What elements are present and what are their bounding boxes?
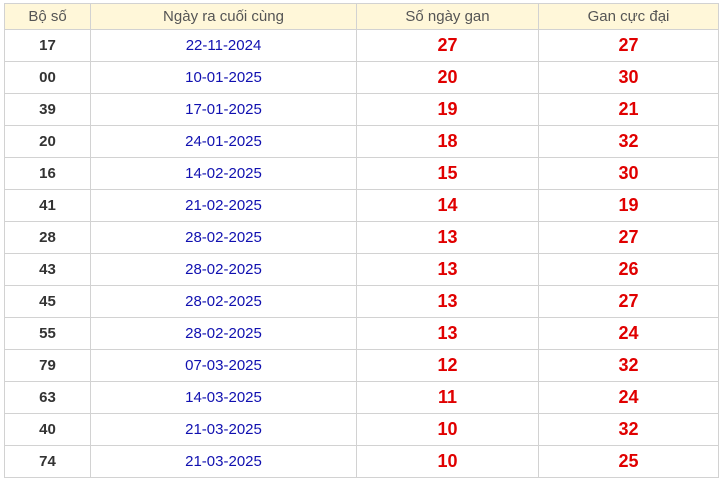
table-row: 20 24-01-2025 18 32 <box>4 125 719 158</box>
table-row: 55 28-02-2025 13 24 <box>4 317 719 350</box>
table-row: 41 21-02-2025 14 19 <box>4 189 719 222</box>
table-body: 17 22-11-2024 27 27 00 10-01-2025 20 30 39 17-01-… <box>4 29 719 478</box>
cell-number: 00 <box>4 61 91 94</box>
table-row: 17 22-11-2024 27 27 <box>4 29 719 62</box>
table-row: 16 14-02-2025 15 30 <box>4 157 719 190</box>
cell-last-date: 21-02-2025 <box>90 189 357 222</box>
cell-max-gap: 24 <box>538 381 719 414</box>
cell-days-gap: 13 <box>356 253 539 286</box>
cell-number: 17 <box>4 29 91 62</box>
cell-last-date: 22-11-2024 <box>90 29 357 62</box>
cell-number: 41 <box>4 189 91 222</box>
cell-days-gap: 13 <box>356 221 539 254</box>
cell-max-gap: 26 <box>538 253 719 286</box>
header-row: Bộ số Ngày ra cuối cùng Số ngày gan Gan … <box>4 3 719 30</box>
cell-days-gap: 13 <box>356 285 539 318</box>
cell-max-gap: 19 <box>538 189 719 222</box>
lottery-gap-table-container: Bộ số Ngày ra cuối cùng Số ngày gan Gan … <box>4 3 719 478</box>
header-max-gap: Gan cực đại <box>538 3 719 30</box>
table-row: 39 17-01-2025 19 21 <box>4 93 719 126</box>
cell-days-gap: 18 <box>356 125 539 158</box>
cell-days-gap: 14 <box>356 189 539 222</box>
table-row: 28 28-02-2025 13 27 <box>4 221 719 254</box>
table-row: 63 14-03-2025 11 24 <box>4 381 719 414</box>
cell-max-gap: 27 <box>538 221 719 254</box>
table-row: 74 21-03-2025 10 25 <box>4 445 719 478</box>
cell-number: 63 <box>4 381 91 414</box>
cell-max-gap: 32 <box>538 125 719 158</box>
cell-number: 16 <box>4 157 91 190</box>
cell-last-date: 28-02-2025 <box>90 317 357 350</box>
header-last-date: Ngày ra cuối cùng <box>90 3 357 30</box>
cell-last-date: 24-01-2025 <box>90 125 357 158</box>
cell-max-gap: 30 <box>538 157 719 190</box>
cell-max-gap: 25 <box>538 445 719 478</box>
cell-last-date: 10-01-2025 <box>90 61 357 94</box>
cell-last-date: 28-02-2025 <box>90 253 357 286</box>
cell-number: 39 <box>4 93 91 126</box>
cell-max-gap: 32 <box>538 413 719 446</box>
cell-days-gap: 11 <box>356 381 539 414</box>
cell-number: 28 <box>4 221 91 254</box>
cell-number: 20 <box>4 125 91 158</box>
cell-number: 74 <box>4 445 91 478</box>
cell-days-gap: 15 <box>356 157 539 190</box>
table-header: Bộ số Ngày ra cuối cùng Số ngày gan Gan … <box>4 3 719 30</box>
cell-days-gap: 10 <box>356 413 539 446</box>
table-row: 40 21-03-2025 10 32 <box>4 413 719 446</box>
cell-max-gap: 21 <box>538 93 719 126</box>
cell-number: 43 <box>4 253 91 286</box>
cell-last-date: 14-02-2025 <box>90 157 357 190</box>
cell-max-gap: 32 <box>538 349 719 382</box>
table-row: 43 28-02-2025 13 26 <box>4 253 719 286</box>
cell-last-date: 28-02-2025 <box>90 221 357 254</box>
table-row: 45 28-02-2025 13 27 <box>4 285 719 318</box>
cell-last-date: 07-03-2025 <box>90 349 357 382</box>
cell-last-date: 21-03-2025 <box>90 445 357 478</box>
cell-last-date: 14-03-2025 <box>90 381 357 414</box>
cell-days-gap: 10 <box>356 445 539 478</box>
cell-last-date: 28-02-2025 <box>90 285 357 318</box>
cell-number: 45 <box>4 285 91 318</box>
lottery-gap-table: Bộ số Ngày ra cuối cùng Số ngày gan Gan … <box>4 3 719 478</box>
cell-days-gap: 19 <box>356 93 539 126</box>
cell-max-gap: 27 <box>538 285 719 318</box>
cell-days-gap: 27 <box>356 29 539 62</box>
header-number: Bộ số <box>4 3 91 30</box>
cell-number: 55 <box>4 317 91 350</box>
cell-max-gap: 24 <box>538 317 719 350</box>
cell-max-gap: 27 <box>538 29 719 62</box>
cell-last-date: 17-01-2025 <box>90 93 357 126</box>
cell-days-gap: 12 <box>356 349 539 382</box>
cell-number: 79 <box>4 349 91 382</box>
cell-days-gap: 13 <box>356 317 539 350</box>
table-row: 79 07-03-2025 12 32 <box>4 349 719 382</box>
header-days-gap: Số ngày gan <box>356 3 539 30</box>
cell-max-gap: 30 <box>538 61 719 94</box>
cell-days-gap: 20 <box>356 61 539 94</box>
cell-number: 40 <box>4 413 91 446</box>
table-row: 00 10-01-2025 20 30 <box>4 61 719 94</box>
cell-last-date: 21-03-2025 <box>90 413 357 446</box>
